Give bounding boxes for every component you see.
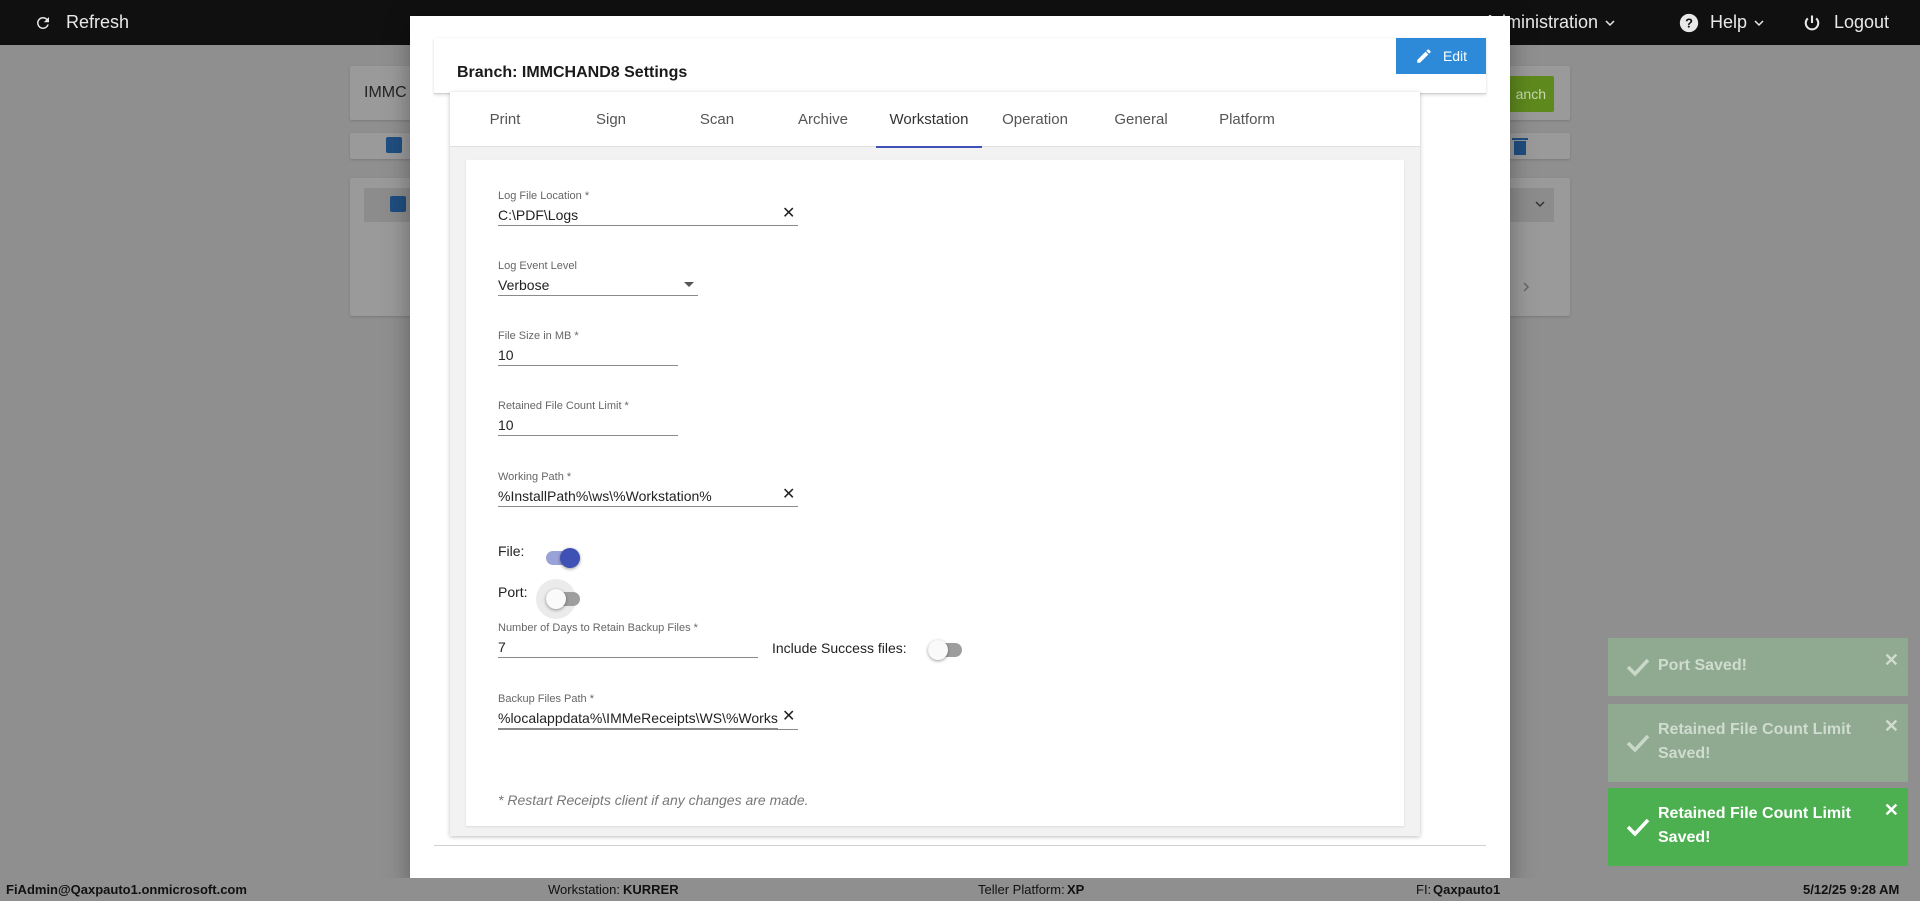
file-toggle-label: File: [498, 543, 525, 559]
pencil-icon [1417, 49, 1431, 63]
status-teller-label: Teller Platform: [978, 882, 1065, 897]
backup-days-field: Number of Days to Retain Backup Files * [498, 622, 758, 662]
tab-archive[interactable]: Archive [770, 92, 876, 147]
tab-scan[interactable]: Scan [664, 92, 770, 147]
settings-tabs: Print Sign Scan Archive Workstation Oper… [450, 92, 1420, 148]
retained-file-count-label: Retained File Count Limit * [498, 400, 629, 412]
log-event-level-label: Log Event Level [498, 260, 577, 272]
log-file-location-field: Log File Location * ✕ [498, 190, 798, 230]
backup-days-label: Number of Days to Retain Backup Files * [498, 622, 698, 634]
toast-text: Retained File Count Limit Saved! [1658, 805, 1851, 846]
tab-operation[interactable]: Operation [982, 92, 1088, 147]
edit-button[interactable]: Edit [1396, 38, 1486, 74]
status-datetime: 5/12/25 9:28 AM [1803, 882, 1900, 897]
include-success-label: Include Success files: [772, 640, 907, 656]
close-icon[interactable]: ✕ [1884, 717, 1899, 735]
background-row-checkbox [390, 196, 406, 212]
power-icon [1804, 15, 1820, 30]
backup-path-field: Backup Files Path * ✕ [498, 693, 798, 733]
log-event-level-select[interactable]: Verbose [498, 274, 698, 296]
toast-text: Retained File Count Limit Saved! [1658, 721, 1851, 762]
clear-icon[interactable]: ✕ [782, 707, 795, 727]
workstation-form: Log File Location * ✕ Log Event Level Ve… [466, 160, 1404, 826]
backup-days-input[interactable] [498, 636, 758, 658]
tab-print[interactable]: Print [452, 92, 558, 147]
background-search-value: IMMC [364, 84, 407, 101]
settings-panel: Print Sign Scan Archive Workstation Oper… [450, 92, 1420, 836]
chevron-right-icon [1523, 282, 1530, 292]
tab-general[interactable]: General [1088, 92, 1194, 147]
log-file-location-input[interactable] [498, 204, 798, 226]
file-toggle[interactable] [546, 548, 580, 568]
toast-notification: Port Saved! ✕ [1608, 638, 1908, 696]
refresh-button[interactable]: Refresh [34, 0, 129, 45]
help-icon: ? [1679, 13, 1699, 32]
dialog-header: Branch: IMMCHAND8 Settings Edit [434, 38, 1486, 94]
status-teller-value: XP [1067, 882, 1085, 897]
background-checkbox [386, 137, 402, 153]
check-icon [1626, 658, 1650, 677]
svg-text:?: ? [1685, 15, 1693, 30]
refresh-icon [37, 16, 49, 29]
port-toggle[interactable] [536, 579, 580, 619]
log-event-level-field[interactable]: Log Event Level Verbose [498, 260, 698, 300]
log-file-location-label: Log File Location * [498, 190, 590, 202]
status-workstation-label: Workstation: [548, 882, 621, 897]
tab-workstation[interactable]: Workstation [876, 92, 982, 148]
toast-notification: Retained File Count Limit Saved! ✕ [1608, 788, 1908, 866]
backup-path-label: Backup Files Path * [498, 693, 594, 705]
logout-label: Logout [1834, 12, 1890, 32]
file-size-field: File Size in MB * [498, 330, 678, 370]
chevron-down-icon [1754, 19, 1764, 26]
help-menu[interactable]: ? Help [1678, 0, 1765, 45]
file-size-label: File Size in MB * [498, 330, 579, 342]
toast-text: Port Saved! [1658, 657, 1747, 674]
dialog-body: Print Sign Scan Archive Workstation Oper… [434, 88, 1486, 846]
working-path-label: Working Path * [498, 471, 572, 483]
status-workstation-value: KURRER [623, 882, 679, 897]
working-path-field: Working Path * ✕ [498, 471, 798, 511]
close-icon[interactable]: ✕ [1884, 801, 1899, 819]
backup-path-input[interactable] [498, 707, 778, 729]
edit-label: Edit [1442, 48, 1468, 64]
clear-icon[interactable]: ✕ [782, 485, 795, 505]
restart-note: * Restart Receipts client if any changes… [498, 792, 809, 808]
clear-icon[interactable]: ✕ [782, 204, 795, 224]
tab-platform[interactable]: Platform [1194, 92, 1300, 147]
status-fi-value: Qaxpauto1 [1433, 882, 1501, 897]
refresh-label: Refresh [66, 12, 130, 32]
chevron-down-icon [1605, 19, 1615, 26]
file-size-input[interactable] [498, 344, 678, 366]
branch-settings-dialog: Branch: IMMCHAND8 Settings Edit Print Si… [410, 16, 1510, 886]
working-path-input[interactable] [498, 485, 798, 507]
close-icon[interactable]: ✕ [1884, 651, 1899, 669]
status-fi-label: FI: [1416, 882, 1432, 897]
tab-sign[interactable]: Sign [558, 92, 664, 147]
status-user: FiAdmin@Qaxpauto1.onmicrosoft.com [6, 882, 247, 897]
dialog-title: Branch: IMMCHAND8 Settings [457, 64, 688, 81]
retained-file-count-input[interactable] [498, 414, 678, 436]
status-bar: FiAdmin@Qaxpauto1.onmicrosoft.com Workst… [0, 878, 1920, 901]
check-icon [1626, 734, 1650, 753]
chevron-down-icon [1535, 201, 1545, 208]
toast-notification: Retained File Count Limit Saved! ✕ [1608, 704, 1908, 782]
port-toggle-label: Port: [498, 584, 528, 600]
dropdown-arrow-icon [684, 282, 694, 287]
include-success-toggle[interactable] [928, 640, 962, 660]
logout-button[interactable]: Logout [1802, 0, 1889, 45]
retained-file-count-field: Retained File Count Limit * [498, 400, 678, 440]
help-label: Help [1710, 12, 1748, 32]
trash-icon [1512, 138, 1528, 155]
check-icon [1626, 818, 1650, 837]
